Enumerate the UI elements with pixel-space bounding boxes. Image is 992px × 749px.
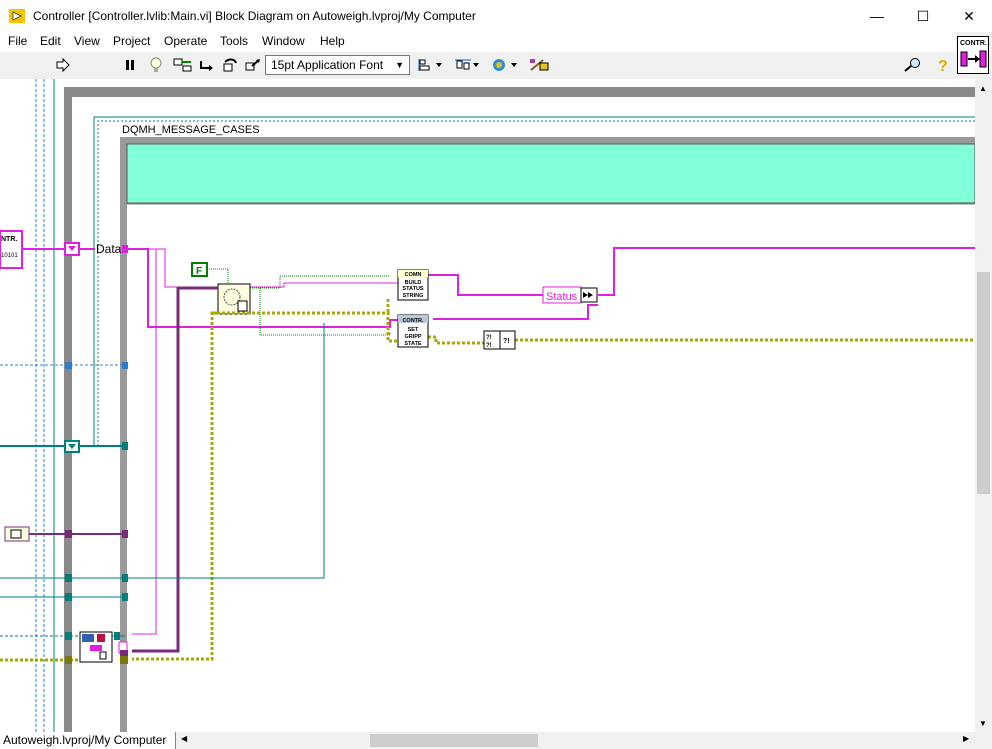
teal-tunnel — [65, 593, 72, 601]
merge-error-out-icon: ?! — [503, 338, 510, 345]
font-selector[interactable]: 15pt Application Font ▼ — [265, 55, 410, 75]
menu-bar: File Edit View Project Operate Tools Win… — [0, 32, 956, 52]
diagram-svg: DQMH_MESSAGE_CASES NTR. 10101 Data F COM… — [0, 79, 975, 732]
teal-case-tunnel — [122, 574, 128, 582]
doc-icon — [99, 651, 107, 660]
subvi-set-line-1: SET — [408, 327, 419, 333]
minimize-icon: — — [870, 8, 884, 24]
font-selector-value: 15pt Application Font — [271, 58, 384, 72]
menu-window[interactable]: Window — [262, 34, 305, 48]
menu-edit[interactable]: Edit — [40, 34, 61, 48]
cluster-icon — [10, 529, 22, 539]
menu-file[interactable]: File — [8, 34, 27, 48]
subvi-set-line-2: GRIPP — [404, 334, 421, 340]
olive-case-tunnel — [120, 656, 128, 664]
pink-block-icon — [90, 645, 102, 651]
maximize-icon: ☐ — [916, 7, 930, 24]
purple-tunnel — [65, 530, 72, 538]
minimize-button[interactable]: — — [854, 0, 900, 32]
scroll-left-icon[interactable]: ◀ — [181, 734, 187, 743]
vi-icon[interactable]: CONTR. — [957, 36, 989, 74]
subvi-build-line-2: STATUS — [402, 286, 424, 292]
align-objects-icon[interactable] — [418, 56, 444, 74]
horizontal-scrollbar[interactable]: ◀ ▶ — [176, 732, 975, 749]
case-structure — [120, 137, 975, 732]
highlight-execution-icon[interactable] — [147, 56, 165, 74]
envelope-icon — [82, 634, 94, 642]
merge-error-icon: ?! — [486, 343, 492, 349]
retain-wire-values-icon[interactable] — [172, 56, 194, 74]
window-title: Controller [Controller.lvlib:Main.vi] Bl… — [33, 9, 476, 23]
purple-case-tunnel-2 — [120, 650, 128, 656]
clean-up-diagram-icon[interactable] — [527, 56, 551, 74]
statusbar-context: Autoweigh.lvproj/My Computer — [0, 732, 176, 749]
close-icon: ✕ — [963, 7, 975, 24]
document-icon — [237, 300, 248, 312]
purple-case-tunnel — [122, 530, 128, 538]
olive-tunnel — [65, 656, 72, 664]
left-node-bits: 10101 — [1, 253, 18, 259]
distribute-objects-icon[interactable] — [454, 56, 480, 74]
teal-case-tunnel — [122, 593, 128, 601]
red-block-icon — [97, 634, 105, 642]
case-structure-top-border — [120, 137, 975, 144]
status-indicator-label: Status — [546, 291, 578, 303]
menu-tools[interactable]: Tools — [220, 34, 248, 48]
subvi-set-line-3: STATE — [404, 341, 422, 347]
svg-text:?: ? — [938, 58, 948, 73]
while-loop-top-border — [64, 87, 975, 97]
menu-operate[interactable]: Operate — [164, 34, 207, 48]
blue-tunnel — [65, 362, 72, 369]
teal-tunnel — [65, 632, 72, 640]
case-structure-label: DQMH_MESSAGE_CASES — [122, 124, 260, 136]
menu-project[interactable]: Project — [113, 34, 150, 48]
maximize-button[interactable]: ☐ — [900, 0, 946, 32]
chevron-down-icon: ▼ — [395, 60, 404, 70]
horizontal-scroll-thumb[interactable] — [370, 734, 538, 747]
labview-app-icon — [9, 9, 25, 23]
teal-case-tunnel — [122, 442, 128, 450]
toolbar: ? — [0, 52, 956, 79]
scroll-down-icon[interactable]: ▼ — [979, 719, 987, 728]
search-icon[interactable] — [902, 56, 924, 74]
step-out-icon[interactable] — [243, 56, 263, 74]
context-help-icon[interactable]: ? — [934, 56, 952, 74]
subvi-set-line-0: CONTR. — [402, 318, 424, 324]
vi-icon-label: CONTR. — [960, 40, 987, 47]
data-label: Data — [96, 242, 122, 256]
vertical-scroll-thumb[interactable] — [977, 272, 990, 494]
menu-help[interactable]: Help — [320, 34, 345, 48]
pause-icon[interactable] — [121, 56, 139, 74]
blue-case-tunnel — [122, 362, 128, 369]
merge-error-icon: ?! — [486, 335, 492, 341]
title-bar: Controller [Controller.lvlib:Main.vi] Bl… — [0, 0, 992, 32]
block-diagram-canvas[interactable]: DQMH_MESSAGE_CASES NTR. 10101 Data F COM… — [0, 79, 975, 732]
subvi-build-line-0: COMN — [405, 272, 422, 278]
teal-tunnel — [65, 574, 72, 582]
run-arrow-icon[interactable] — [54, 56, 72, 74]
step-into-icon[interactable] — [198, 56, 218, 74]
boolean-constant-label: F — [196, 266, 202, 277]
close-button[interactable]: ✕ — [946, 0, 992, 32]
case-selector-header[interactable] — [126, 143, 975, 204]
step-over-icon[interactable] — [220, 56, 240, 74]
scroll-up-icon[interactable]: ▲ — [979, 84, 987, 93]
left-node-label: NTR. — [1, 236, 17, 243]
subvi-build-line-3: STRING — [403, 293, 424, 299]
vertical-scrollbar[interactable]: ▲ ▼ — [975, 79, 992, 732]
menu-view[interactable]: View — [74, 34, 100, 48]
scrollbar-corner — [975, 732, 992, 749]
scroll-right-icon[interactable]: ▶ — [963, 734, 969, 743]
teal-small-tunnel — [114, 632, 120, 640]
reorder-icon[interactable] — [491, 56, 519, 74]
case-tunnel — [122, 245, 128, 253]
